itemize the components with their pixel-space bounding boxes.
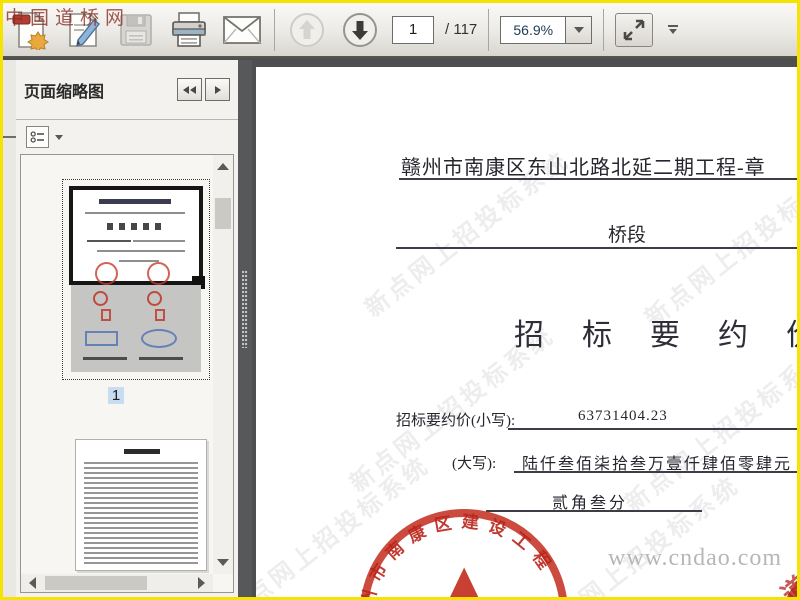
thumbnail-options-button[interactable] [26,126,49,148]
toolbar-separator [488,8,490,51]
document-area: 新点网上招投标系统 新点网上招投标系统 新点网上招投标系统 新点网上招投标系统 … [252,60,797,597]
horizontal-scrollbar[interactable] [21,574,213,592]
chevron-down-icon [573,26,584,33]
thumbnail-lower-region [71,285,201,372]
splitter-grip [242,270,248,348]
fit-window-button[interactable] [615,12,654,47]
scroll-right-icon[interactable] [198,577,205,589]
page-count-label: / 117 [445,21,478,38]
official-seal: 赣州市南康区建设工程 [356,509,567,597]
previous-page-button[interactable] [286,9,328,51]
toolbar-separator [274,8,275,51]
thumbnail-options-row [16,120,238,154]
expand-panel-button[interactable] [205,78,230,101]
toolbar-separator [603,8,605,51]
chevron-down-icon [669,29,678,34]
pdf-viewer-window: / 117 56.9% 页面缩略图 [3,3,797,597]
offer-price-value: 63731404.23 [578,408,668,424]
document-title-line1: 赣州市南康区东山北路北延二期工程-章 [401,157,766,179]
current-view-rectangle[interactable] [69,186,203,285]
thumbnail-list: 1 [20,154,234,593]
underline [514,471,797,473]
underline [508,428,797,430]
collapse-panel-button[interactable] [177,78,202,101]
thumbnail-page-2[interactable] [75,439,207,571]
double-left-arrow-icon [183,85,189,94]
next-page-button[interactable] [339,9,381,51]
horizontal-scroll-thumb[interactable] [45,576,147,590]
toolbar-overflow-button[interactable] [664,21,682,38]
underline [399,178,797,180]
document-page[interactable]: 新点网上招投标系统 新点网上招投标系统 新点网上招投标系统 新点网上招投标系统 … [256,67,797,597]
mini-text-lines [84,462,198,566]
resize-arrows-icon [623,19,645,40]
overflow-bar-icon [668,25,679,27]
panel-gutter [3,60,16,597]
panel-collapse-handle[interactable] [3,136,16,138]
vertical-scroll-thumb[interactable] [215,198,231,229]
print-icon[interactable] [168,9,210,51]
scroll-down-icon[interactable] [217,559,229,566]
thumbnails-panel-title: 页面缩略图 [24,83,105,101]
content-area: 页面缩略图 1 新点网上招投标系统 新点网上招投标系统 新点网上招投标系统 新点… [3,60,797,597]
sidebar-splitter[interactable] [238,60,252,597]
double-left-arrow-icon [190,85,196,94]
vertical-scrollbar[interactable] [213,155,233,574]
underline [396,247,797,249]
zoom-dropdown-button[interactable] [566,15,593,44]
envelope-icon [223,15,261,44]
page-number-label: 1 [21,387,211,404]
page-number-input[interactable] [392,15,434,44]
zoom-control: 56.9% [500,15,593,44]
scroll-left-icon[interactable] [29,577,36,589]
thumbnail-page-1[interactable] [62,179,210,380]
offer-price-label: 招标要约价(小写): [396,413,516,429]
document-title-line2: 桥段 [608,225,647,246]
circle-down-arrow-icon [343,12,377,47]
site-watermark: www.cndao.com [608,545,783,571]
email-icon[interactable] [221,9,263,51]
right-arrow-icon [214,85,221,94]
chevron-down-icon[interactable] [55,134,63,140]
circle-up-arrow-icon [290,12,324,47]
capital-amount-label: (大写): [452,456,497,472]
list-options-icon [30,131,44,143]
zoom-level-value[interactable]: 56.9% [500,15,567,44]
document-heading: 招标要约价 [514,319,797,352]
sidebar-header: 页面缩略图 [16,60,238,120]
scroll-up-icon[interactable] [217,163,229,170]
top-left-watermark: 中国道桥网 [5,8,131,29]
thumbnail-page-image [69,184,205,374]
printer-icon [172,11,206,47]
thumbnails-sidebar: 页面缩略图 1 [16,60,238,597]
mini-title-line [124,449,160,454]
